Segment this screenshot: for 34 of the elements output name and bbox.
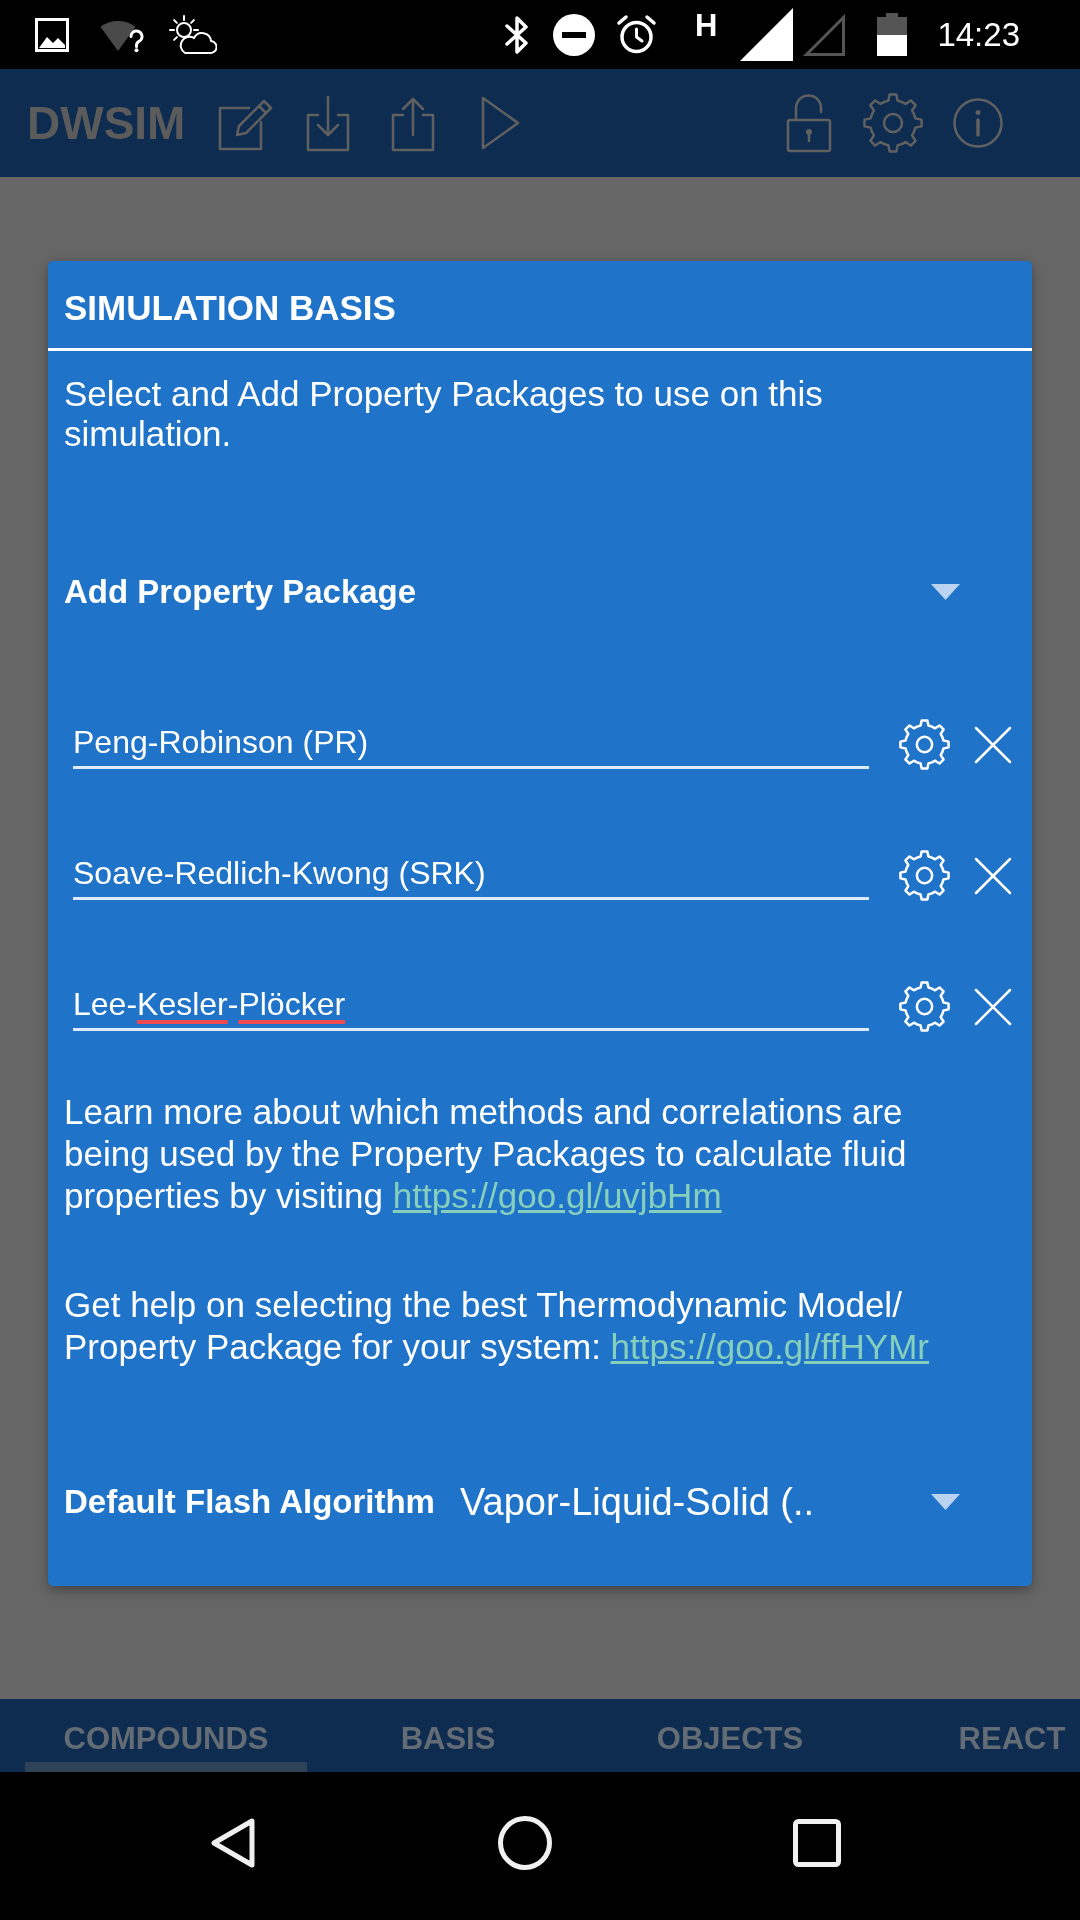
flash-algorithm-label: Default Flash Algorithm [64,1482,435,1522]
dialog-title: SIMULATION BASIS [63,287,397,329]
clock-time: 14:23 [937,14,1020,55]
tab[interactable]: OBJECTS [589,1699,871,1772]
close-icon[interactable] [974,856,1012,895]
recents-icon[interactable] [793,1819,841,1867]
signal-icon [803,13,846,56]
image-icon [35,17,69,52]
weather-icon [167,14,217,55]
alarm-icon [616,14,657,55]
tab[interactable]: BASIS [307,1699,589,1772]
link[interactable]: https://goo.gl/uvjbHm [392,1176,722,1215]
close-icon[interactable] [974,987,1012,1026]
package-field[interactable]: Soave-Redlich-Kwong (SRK) [73,851,869,900]
app-title: DWSIM [27,96,186,150]
link[interactable]: https://goo.gl/ffHYMr [610,1327,929,1366]
battery-icon [877,13,908,56]
signal-icon [740,8,794,61]
network-type-label: H [695,10,718,41]
home-icon[interactable] [498,1816,552,1870]
back-icon[interactable] [210,1817,256,1869]
tab[interactable]: REACT [871,1699,1080,1772]
caret-icon[interactable] [931,584,960,600]
do-not-disturb-icon [553,13,595,56]
flash-algorithm-dropdown[interactable]: Vapor-Liquid-Solid (.. [459,1472,1012,1532]
package-field[interactable]: Lee-Kesler-Plöcker [73,982,869,1031]
close-icon[interactable] [974,725,1012,764]
info-paragraph: Learn more about which methods and correlations are being used by the Property Packages to calculate fluid properties by visiting https://goo.gl/uvjbHm [64,1091,908,1217]
info-paragraph: Get help on selecting the best Thermodynamic Model/ Property Package for your system: https://goo.gl/ffHYMr [64,1284,930,1368]
add-package-label: Add Property Package [64,572,417,612]
bluetooth-icon [503,14,531,55]
description-text: Select and Add Property Packages to use on this simulation. [64,374,824,454]
caret-icon [931,1494,960,1510]
package-field[interactable]: Peng-Robinson (PR) [73,720,869,769]
